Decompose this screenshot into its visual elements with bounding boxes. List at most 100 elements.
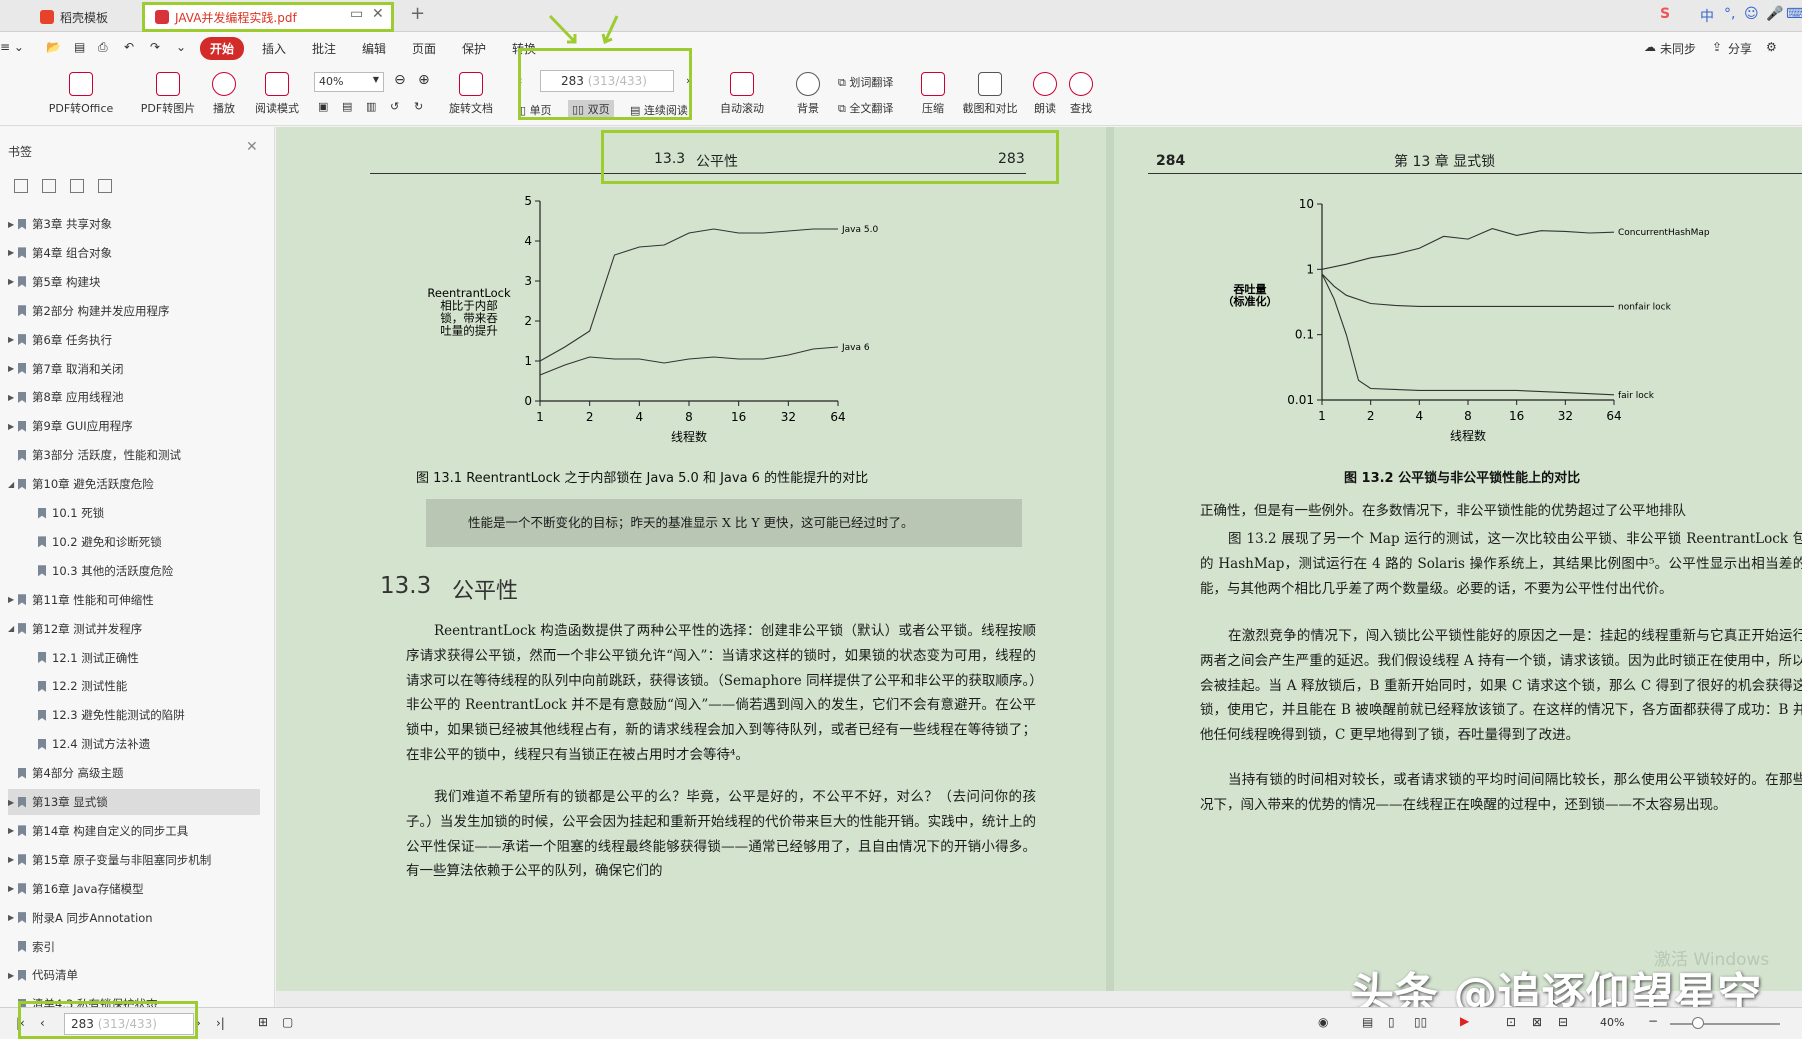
more-icon[interactable]: ⌄ — [176, 40, 186, 54]
last-page-icon[interactable]: ›| — [216, 1016, 225, 1030]
zoom-out-icon[interactable]: ⊖ — [394, 72, 406, 88]
bookmark-item[interactable]: 第3部分 活跃度，性能和测试 — [8, 442, 260, 468]
collapse-menu-icon[interactable]: ≡ ⌄ — [0, 40, 24, 54]
bookmark-icon[interactable] — [98, 179, 112, 193]
menu-protect[interactable]: 保护 — [462, 40, 486, 57]
expand-arrow-icon[interactable]: ▶ — [8, 220, 18, 229]
expand-arrow-icon[interactable]: ▶ — [8, 798, 18, 807]
save-icon[interactable]: ▤ — [74, 40, 85, 54]
new-tab-icon[interactable]: + — [410, 3, 425, 24]
cloud-icon[interactable]: ☁ — [1644, 40, 1656, 54]
bookmark-item[interactable]: 第4部分 高级主题 — [8, 760, 260, 786]
bookmark-item[interactable]: 第2部分 构建并发应用程序 — [8, 298, 260, 324]
pdf-to-image-button[interactable]: PDF转图片 — [136, 72, 200, 116]
share-icon[interactable]: ⇪ — [1712, 40, 1722, 54]
bookmark-item[interactable]: 索引 — [8, 934, 260, 960]
status-zoom-value[interactable]: 40% — [1600, 1016, 1624, 1029]
bookmark-item[interactable]: 10.1 死锁 — [28, 500, 260, 526]
settings-icon[interactable]: ⚙ — [1766, 40, 1777, 54]
fullscreen-icon[interactable]: ⊟ — [1558, 1015, 1568, 1029]
bookmark-item[interactable]: ▶ 第4章 组合对象 — [8, 240, 260, 266]
rotate-right-icon[interactable]: ↻ — [414, 100, 423, 113]
eye-protection-icon[interactable]: ◉ — [1318, 1015, 1328, 1029]
menu-edit[interactable]: 编辑 — [362, 40, 386, 57]
expand-all-icon[interactable] — [14, 179, 28, 193]
play-icon[interactable]: ▶ — [1460, 1014, 1469, 1028]
sync-status[interactable]: 未同步 — [1660, 40, 1696, 57]
ime-mic-icon[interactable]: 🎤 — [1766, 6, 1783, 22]
read-mode-button[interactable]: 阅读模式 — [250, 72, 304, 116]
bookmark-item[interactable]: ◢ 第12章 测试并发程序 — [8, 616, 260, 642]
screenshot-compare-button[interactable]: 截图和对比 — [958, 72, 1022, 116]
ime-chinese-icon[interactable]: 中 — [1700, 6, 1714, 26]
expand-arrow-icon[interactable]: ▶ — [8, 335, 18, 344]
bookmark-item[interactable]: 12.2 测试性能 — [28, 673, 260, 699]
actual-size-icon[interactable]: ▥ — [366, 100, 376, 113]
collapse-all-icon[interactable] — [42, 179, 56, 193]
fit-width-icon[interactable]: ▤ — [342, 100, 352, 113]
bookmark-item[interactable]: ▶ 代码清单 — [8, 962, 260, 988]
full-translate-button[interactable]: ⧉ 全文翻译 — [838, 100, 893, 116]
find-button[interactable]: 查找 — [1066, 72, 1096, 116]
bookmark-item[interactable]: ▶ 第7章 取消和关闭 — [8, 356, 260, 382]
expand-arrow-icon[interactable]: ◢ — [8, 624, 18, 633]
close-icon[interactable]: ✕ — [246, 139, 258, 155]
add-bookmark-icon[interactable] — [70, 179, 84, 193]
bookmark-item[interactable]: ▶ 第3章 共享对象 — [8, 211, 260, 237]
page-view-icon[interactable]: ▢ — [282, 1015, 293, 1029]
expand-arrow-icon[interactable]: ▶ — [8, 884, 18, 893]
expand-arrow-icon[interactable]: ▶ — [8, 971, 18, 980]
tab-template[interactable]: 稻壳模板 — [30, 2, 140, 32]
zoom-out-icon[interactable]: − — [1648, 1014, 1658, 1028]
bookmark-item[interactable]: ◢ 第10章 避免活跃度危险 — [8, 471, 260, 497]
menu-start[interactable]: 开始 — [200, 37, 245, 60]
zoom-slider[interactable] — [1670, 1023, 1780, 1025]
bookmark-item[interactable]: ▶ 第6章 任务执行 — [8, 327, 260, 353]
double-view-icon[interactable]: ▯▯ — [1414, 1015, 1427, 1029]
expand-arrow-icon[interactable]: ◢ — [8, 480, 18, 489]
bookmark-item[interactable]: ▶ 第16章 Java存储模型 — [8, 876, 260, 902]
bookmark-item[interactable]: ▶ 第5章 构建块 — [8, 269, 260, 295]
bookmark-item[interactable]: 10.2 避免和诊断死锁 — [28, 529, 260, 555]
bookmark-item[interactable]: 12.1 测试正确性 — [28, 645, 260, 671]
auto-scroll-button[interactable]: 自动滚动 — [712, 72, 772, 116]
redo-icon[interactable]: ↷ — [150, 40, 160, 54]
ime-emoji-icon[interactable]: ☺ — [1744, 6, 1759, 22]
word-translate-button[interactable]: ⧉ 划词翻译 — [838, 74, 893, 90]
bookmark-item[interactable]: ▶ 第14章 构建自定义的同步工具 — [8, 818, 260, 844]
bookmark-item[interactable]: 12.4 测试方法补遗 — [28, 731, 260, 757]
tab-close-icon[interactable]: ✕ — [372, 6, 384, 22]
bookmark-item[interactable]: ▶ 第8章 应用线程池 — [8, 384, 260, 410]
zoom-slider-handle[interactable] — [1692, 1017, 1704, 1029]
rotate-document-button[interactable]: 旋转文档 — [444, 72, 498, 116]
continuous-view-icon[interactable]: ▤ — [1362, 1015, 1373, 1029]
expand-arrow-icon[interactable]: ▶ — [8, 277, 18, 286]
expand-arrow-icon[interactable]: ▶ — [8, 248, 18, 257]
expand-arrow-icon[interactable]: ▶ — [8, 855, 18, 864]
compress-button[interactable]: 压缩 — [918, 72, 948, 116]
pdf-to-office-button[interactable]: PDF转Office — [42, 72, 120, 116]
expand-arrow-icon[interactable]: ▶ — [8, 826, 18, 835]
fit-width-icon[interactable]: ⊠ — [1532, 1015, 1542, 1029]
ime-punct-icon[interactable]: °, — [1724, 6, 1735, 22]
expand-arrow-icon[interactable]: ▶ — [8, 595, 18, 604]
bookmark-item[interactable]: 12.3 避免性能测试的陷阱 — [28, 702, 260, 728]
play-button[interactable]: 播放 — [206, 72, 242, 116]
undo-icon[interactable]: ↶ — [124, 40, 134, 54]
expand-arrow-icon[interactable]: ▶ — [8, 393, 18, 402]
bookmark-item[interactable]: ▶ 附录A 同步Annotation — [8, 905, 260, 931]
expand-arrow-icon[interactable]: ▶ — [8, 913, 18, 922]
zoom-in-icon[interactable]: ⊕ — [418, 72, 430, 88]
background-button[interactable]: 背景 — [788, 72, 828, 116]
bookmark-item[interactable]: ▶ 第11章 性能和可伸缩性 — [8, 587, 260, 613]
menu-page[interactable]: 页面 — [412, 40, 436, 57]
expand-arrow-icon[interactable]: ▶ — [8, 422, 18, 431]
share-button[interactable]: 分享 — [1728, 40, 1752, 57]
expand-arrow-icon[interactable]: ▶ — [8, 364, 18, 373]
bookmark-item[interactable]: ▶ 第13章 显式锁 — [8, 789, 260, 815]
bookmark-item[interactable]: ▶ 第9章 GUI应用程序 — [8, 413, 260, 439]
menu-insert[interactable]: 插入 — [262, 40, 286, 57]
rotate-left-icon[interactable]: ↺ — [390, 100, 399, 113]
menu-annotate[interactable]: 批注 — [312, 40, 336, 57]
bookmark-item[interactable]: 10.3 其他的活跃度危险 — [28, 558, 260, 584]
